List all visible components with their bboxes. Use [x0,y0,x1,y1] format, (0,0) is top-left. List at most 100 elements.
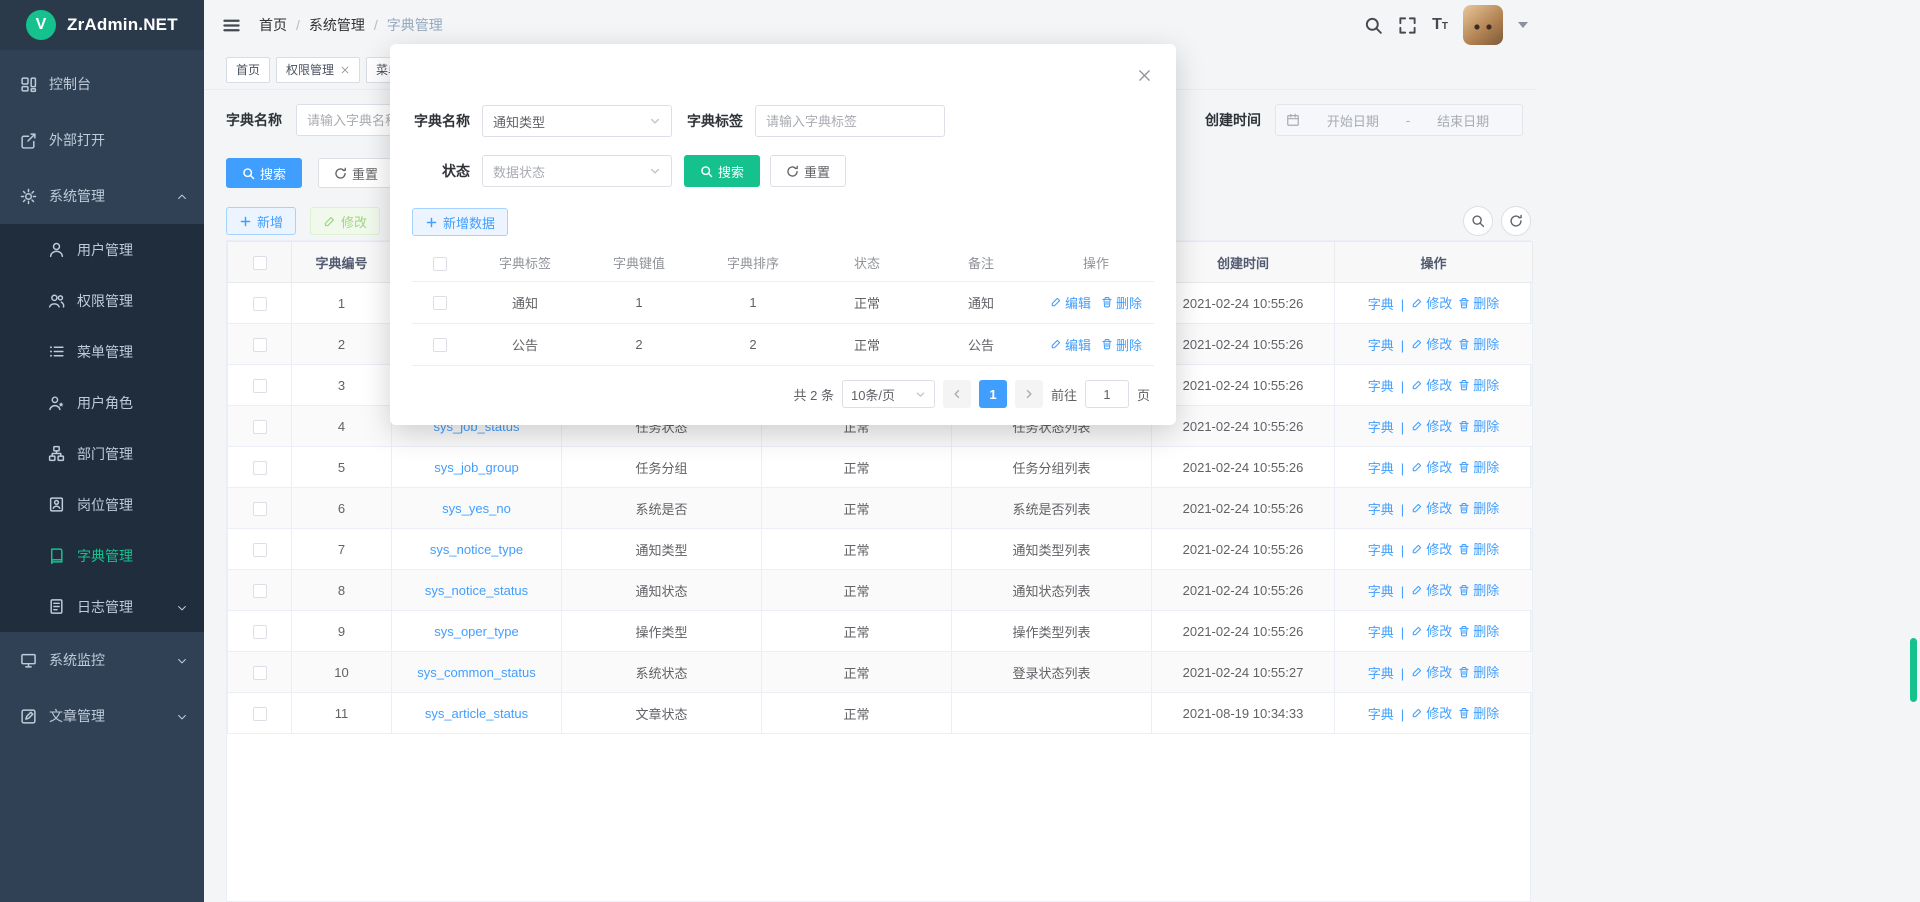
edit-link[interactable]: 修改 [1411,375,1452,394]
delete-link[interactable]: 删除 [1458,457,1499,476]
dict-link[interactable]: 字典 [1368,704,1394,723]
page-size-select[interactable]: 10条/页 [842,380,935,408]
delete-link[interactable]: 删除 [1458,580,1499,599]
delete-link[interactable]: 删除 [1458,416,1499,435]
delete-link[interactable]: 删除 [1458,621,1499,640]
dict-type-link[interactable]: sys_oper_type [434,624,519,639]
dict-type-link[interactable]: sys_notice_status [425,583,528,598]
sidebar-item-system-management[interactable]: 系统管理 [0,168,204,224]
delete-link[interactable]: 删除 [1458,703,1499,722]
dict-link[interactable]: 字典 [1368,581,1394,600]
add-data-button[interactable]: 新增数据 [412,208,508,236]
prev-page-button[interactable] [943,380,971,408]
row-checkbox[interactable] [253,707,267,721]
edit-link[interactable]: 修改 [1411,621,1452,640]
edit-button[interactable]: 修改 [310,207,380,235]
edit-link[interactable]: 修改 [1411,334,1452,353]
row-checkbox[interactable] [253,297,267,311]
sidebar-item-user-role[interactable]: 用户角色 [0,377,204,428]
dict-type-link[interactable]: sys_article_status [425,706,528,721]
row-checkbox[interactable] [433,296,447,310]
sidebar-item-article-management[interactable]: 文章管理 [0,688,204,744]
delete-link[interactable]: 删除 [1458,334,1499,353]
row-checkbox[interactable] [253,379,267,393]
refresh-table-button[interactable] [1501,206,1531,236]
dict-link[interactable]: 字典 [1368,417,1394,436]
tab-home[interactable]: 首页 [226,57,270,83]
app-logo[interactable]: V ZrAdmin.NET [0,0,204,50]
delete-link[interactable]: 删除 [1458,375,1499,394]
dict-label-input[interactable] [755,105,945,137]
row-checkbox[interactable] [253,502,267,516]
dict-link[interactable]: 字典 [1368,622,1394,641]
edit-link[interactable]: 修改 [1411,580,1452,599]
avatar[interactable] [1463,5,1503,45]
dict-type-link[interactable]: sys_yes_no [442,501,511,516]
delete-link[interactable]: 删除 [1458,498,1499,517]
date-range-picker[interactable]: 开始日期 - 结束日期 [1275,104,1523,136]
dict-type-link[interactable]: sys_common_status [417,665,536,680]
row-checkbox[interactable] [253,543,267,557]
search-button[interactable]: 搜索 [226,158,302,188]
edit-link[interactable]: 修改 [1411,457,1452,476]
edit-link[interactable]: 编辑 [1050,335,1091,354]
breadcrumb-item[interactable]: 系统管理 [309,15,365,35]
breadcrumb-item[interactable]: 首页 [259,15,287,35]
dict-link[interactable]: 字典 [1368,294,1394,313]
scrollbar-thumb[interactable] [1910,638,1917,702]
sidebar-item-user-management[interactable]: 用户管理 [0,224,204,275]
reset-button[interactable]: 重置 [318,158,394,188]
row-checkbox[interactable] [253,461,267,475]
sidebar-item-console[interactable]: 控制台 [0,56,204,112]
tab-permission-management[interactable]: 权限管理 [276,57,360,83]
dict-link[interactable]: 字典 [1368,499,1394,518]
sidebar-item-system-monitor[interactable]: 系统监控 [0,632,204,688]
close-icon[interactable] [1137,68,1152,83]
row-checkbox[interactable] [433,338,447,352]
sidebar-item-menu-management[interactable]: 菜单管理 [0,326,204,377]
row-checkbox[interactable] [253,420,267,434]
row-checkbox[interactable] [253,666,267,680]
dict-type-link[interactable]: sys_job_group [434,460,519,475]
delete-link[interactable]: 删除 [1458,539,1499,558]
select-all-checkbox[interactable] [253,256,267,270]
row-checkbox[interactable] [253,338,267,352]
status-select[interactable]: 数据状态 [482,155,672,187]
goto-page-input[interactable] [1085,380,1129,408]
row-checkbox[interactable] [253,584,267,598]
edit-link[interactable]: 修改 [1411,703,1452,722]
delete-link[interactable]: 删除 [1101,335,1142,354]
edit-link[interactable]: 修改 [1411,293,1452,312]
dict-link[interactable]: 字典 [1368,663,1394,682]
font-size-icon[interactable]: TT [1432,16,1448,34]
next-page-button[interactable] [1015,380,1043,408]
fullscreen-icon[interactable] [1398,16,1417,35]
caret-down-icon[interactable] [1518,22,1528,28]
close-icon[interactable] [340,65,350,75]
delete-link[interactable]: 删除 [1101,293,1142,312]
page-number-button[interactable]: 1 [979,380,1007,408]
sidebar-item-department-management[interactable]: 部门管理 [0,428,204,479]
edit-link[interactable]: 修改 [1411,662,1452,681]
dict-link[interactable]: 字典 [1368,458,1394,477]
dict-link[interactable]: 字典 [1368,376,1394,395]
edit-link[interactable]: 修改 [1411,498,1452,517]
edit-link[interactable]: 修改 [1411,539,1452,558]
hamburger-icon[interactable] [222,16,241,35]
dict-name-select[interactable]: 通知类型 [482,105,672,137]
row-checkbox[interactable] [253,625,267,639]
delete-link[interactable]: 删除 [1458,662,1499,681]
edit-link[interactable]: 修改 [1411,416,1452,435]
sidebar-item-external-open[interactable]: 外部打开 [0,112,204,168]
modal-reset-button[interactable]: 重置 [770,155,846,187]
delete-link[interactable]: 删除 [1458,293,1499,312]
search-icon[interactable] [1364,16,1383,35]
sidebar-item-dictionary-management[interactable]: 字典管理 [0,530,204,581]
add-button[interactable]: 新增 [226,207,296,235]
dict-type-link[interactable]: sys_notice_type [430,542,523,557]
toggle-search-button[interactable] [1463,206,1493,236]
sidebar-item-log-management[interactable]: 日志管理 [0,581,204,632]
dict-link[interactable]: 字典 [1368,540,1394,559]
modal-search-button[interactable]: 搜索 [684,155,760,187]
sidebar-item-permission-management[interactable]: 权限管理 [0,275,204,326]
